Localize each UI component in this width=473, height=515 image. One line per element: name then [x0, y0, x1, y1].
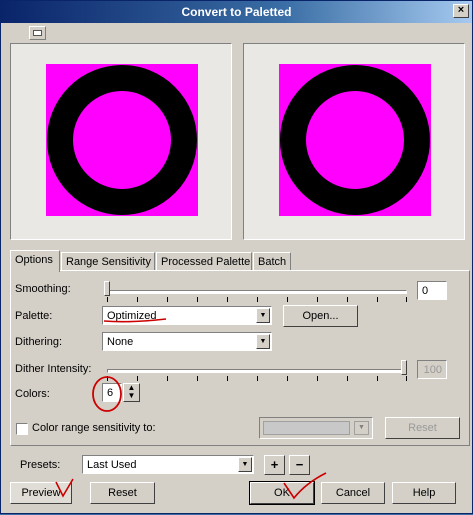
- options-panel: Smoothing: 0 Palette: Optimized ▼ Open..…: [10, 270, 470, 446]
- palette-select-value: Optimized: [107, 310, 157, 322]
- tab-batch[interactable]: Batch: [253, 252, 291, 271]
- result-image: [279, 64, 431, 216]
- tab-processed-palette[interactable]: Processed Palette: [156, 252, 252, 271]
- smoothing-value-field[interactable]: 0: [417, 281, 447, 300]
- dither-intensity-value-field: 100: [417, 360, 447, 379]
- dither-intensity-slider-thumb: [401, 360, 407, 375]
- preview-toggle-button[interactable]: Preview: [10, 482, 72, 504]
- original-image: [46, 64, 198, 216]
- close-icon[interactable]: ×: [453, 4, 469, 18]
- dithering-label: Dithering:: [15, 336, 63, 348]
- chevron-down-icon[interactable]: ▼: [256, 308, 270, 323]
- chevron-down-icon: ▼: [354, 421, 369, 435]
- palette-select[interactable]: Optimized ▼: [102, 306, 272, 325]
- color-range-swatch: ▼: [259, 417, 373, 439]
- color-range-checkbox[interactable]: [16, 423, 28, 435]
- color-range-reset-button: Reset: [385, 417, 460, 439]
- dithering-select[interactable]: None ▼: [102, 332, 272, 351]
- title-bar: Convert to Paletted ×: [1, 1, 472, 23]
- color-range-label: Color range sensitivity to:: [32, 422, 156, 434]
- dithering-select-value: None: [107, 336, 134, 348]
- palette-label: Palette:: [15, 310, 53, 322]
- chevron-down-icon[interactable]: ▼: [256, 334, 270, 349]
- open-palette-button[interactable]: Open...: [283, 305, 358, 327]
- chevron-down-icon[interactable]: ▼: [238, 457, 252, 472]
- presets-select-value: Last Used: [87, 459, 137, 471]
- smoothing-label: Smoothing:: [15, 283, 71, 295]
- tab-options[interactable]: Options: [10, 250, 60, 272]
- help-button[interactable]: Help: [392, 482, 456, 504]
- before-after-toggle-icon[interactable]: [29, 26, 46, 40]
- dialog-title: Convert to Paletted: [181, 5, 292, 19]
- colors-spin-arrows-icon[interactable]: ▲ ▼: [123, 383, 140, 402]
- dither-intensity-slider: [107, 369, 407, 373]
- colors-label: Colors:: [15, 388, 50, 400]
- presets-select[interactable]: Last Used ▼: [82, 455, 254, 474]
- tab-range-sensitivity[interactable]: Range Sensitivity: [61, 252, 155, 271]
- original-preview[interactable]: [10, 43, 232, 240]
- presets-label: Presets:: [20, 459, 61, 471]
- reset-button[interactable]: Reset: [90, 482, 155, 504]
- result-preview[interactable]: [243, 43, 465, 240]
- cancel-button[interactable]: Cancel: [321, 482, 385, 504]
- smoothing-slider-thumb[interactable]: [104, 281, 110, 296]
- smoothing-ticks: [107, 297, 407, 302]
- dither-intensity-ticks: [107, 376, 407, 381]
- convert-to-paletted-dialog: Convert to Paletted × Options Range Sens…: [0, 0, 473, 514]
- colors-value-field[interactable]: 6: [102, 383, 122, 402]
- dither-intensity-label: Dither Intensity:: [15, 363, 92, 375]
- ok-button[interactable]: OK: [249, 481, 315, 505]
- smoothing-slider[interactable]: [107, 290, 407, 294]
- add-preset-button[interactable]: +: [264, 455, 285, 475]
- delete-preset-button[interactable]: −: [289, 455, 310, 475]
